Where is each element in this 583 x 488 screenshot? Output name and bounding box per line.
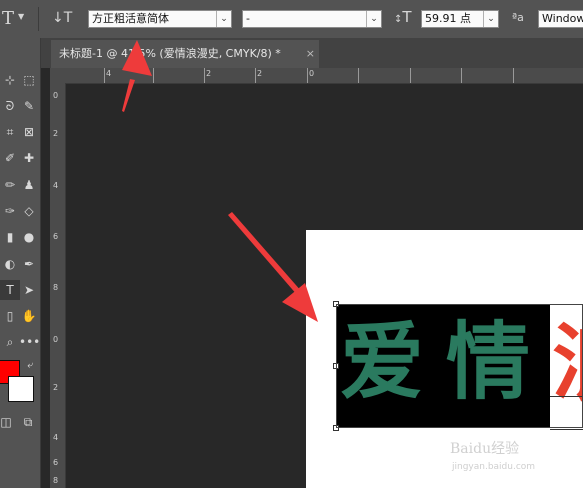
arrow-head-1 xyxy=(122,40,152,76)
annotation-arrows xyxy=(122,40,318,322)
watermark-url: jingyan.baidu.com xyxy=(452,462,536,472)
watermark-logo: Baidu经验 xyxy=(450,441,520,457)
arrow-shaft-2 xyxy=(228,212,302,296)
arrow-shaft-1 xyxy=(122,79,135,112)
arrow-head-2 xyxy=(282,283,318,322)
